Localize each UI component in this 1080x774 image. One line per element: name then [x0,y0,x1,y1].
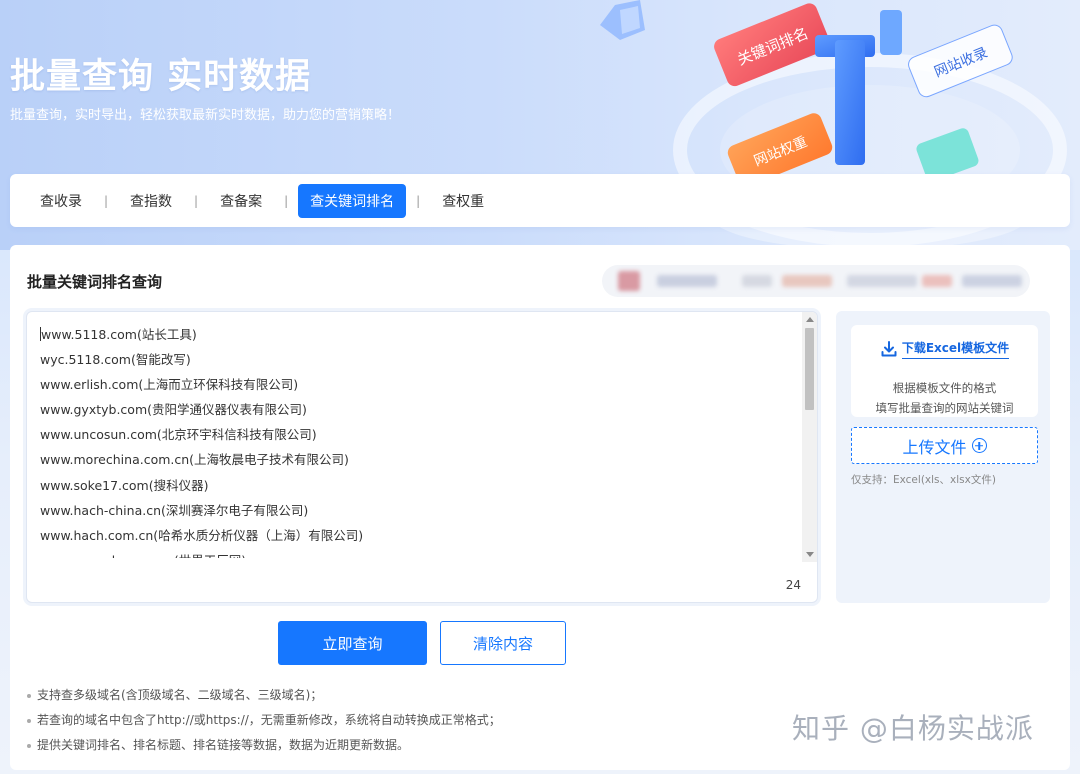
tab-separator: | [284,193,289,208]
textarea-line: www.gyxtyb.com(贵阳学通仪器仪表有限公司) [40,402,307,418]
tab-index-check[interactable]: 查收录 [28,184,94,218]
textarea-line: wyc.5118.com(智能改写) [40,352,191,368]
note-item: 若查询的域名中包含了http://或https://，无需重新修改，系统将自动转… [27,712,501,737]
template-hint: 填写批量查询的网站关键词 [875,401,1014,415]
watermark: 知乎 @白杨实战派 [792,712,1034,745]
upload-file-label: 上传文件 [902,437,967,457]
download-icon [881,341,897,357]
download-template-label: 下载Excel模板文件 [901,339,1010,359]
textarea-line: www.morechina.com.cn(上海牧晨电子技术有限公司) [40,452,349,468]
tab-separator: | [104,193,109,208]
panel-title: 批量关键词排名查询 [27,273,163,291]
line-count: 24 [785,578,801,592]
textarea-content: www.5118.com(站长工具) wyc.5118.com(智能改写) ww… [40,322,790,558]
blurred-info-bar [602,265,1030,297]
upload-file-button[interactable]: 上传文件 [851,427,1038,464]
upload-panel: 下载Excel模板文件 根据模板文件的格式 填写批量查询的网站关键词 上传文件 … [836,311,1050,603]
textarea-line: www.soke17.com(搜科仪器) [40,477,209,493]
notes-list: 支持查多级域名(含顶级域名、二级域名、三级域名)； 若查询的域名中包含了http… [27,687,501,762]
textarea-line: www.hach.com.cn(哈希水质分析仪器（上海）有限公司) [40,527,364,543]
file-support-note: 仅支持：Excel(xls、xlsx文件) [851,474,996,486]
hero-subtitle: 批量查询，实时导出，轻松获取最新实时数据，助力您的营销策略！ [10,108,401,123]
tab-weight-check[interactable]: 查权重 [430,184,496,218]
plus-circle-icon [971,438,987,453]
textarea-scrollbar[interactable] [802,312,817,562]
query-button[interactable]: 立即查询 [278,621,427,665]
textarea-line: www.erlish.com(上海而立环保科技有限公司) [40,377,299,393]
template-hint: 根据模板文件的格式 [892,381,997,395]
tab-separator: | [194,193,199,208]
textarea-line: www.gongchang.com(世界工厂网) [40,548,790,558]
note-item: 提供关键词排名、排名标题、排名链接等数据，数据为近期更新数据。 [27,737,501,762]
tab-keyword-ranking[interactable]: 查关键词排名 [298,183,407,218]
note-item: 支持查多级域名(含顶级域名、二级域名、三级域名)； [27,687,501,712]
hero-title: 批量查询 实时数据 [10,57,312,97]
template-card: 下载Excel模板文件 根据模板文件的格式 填写批量查询的网站关键词 [851,325,1038,417]
textarea-line: www.5118.com(站长工具) [40,327,197,342]
clear-button[interactable]: 清除内容 [440,621,566,665]
keyword-textarea[interactable]: www.5118.com(站长工具) wyc.5118.com(智能改写) ww… [26,311,818,603]
tab-separator: | [416,193,421,208]
scroll-down-arrow-icon[interactable] [806,552,814,557]
query-panel: 批量关键词排名查询 www.5118.com(站长工具) wyc.5118.co… [10,245,1070,770]
textarea-line: www.hach-china.cn(深圳赛泽尔电子有限公司) [40,502,309,518]
scroll-up-arrow-icon[interactable] [806,317,814,322]
tab-icp-check[interactable]: 查备案 [208,184,274,218]
download-template-link[interactable]: 下载Excel模板文件 [851,339,1038,359]
tab-index-value[interactable]: 查指数 [118,184,184,218]
textarea-line: www.uncosun.com(北京环宇科信科技有限公司) [40,427,317,443]
tab-bar: 查收录 | 查指数 | 查备案 | 查关键词排名 | 查权重 [10,174,1070,227]
scroll-thumb[interactable] [805,328,814,410]
